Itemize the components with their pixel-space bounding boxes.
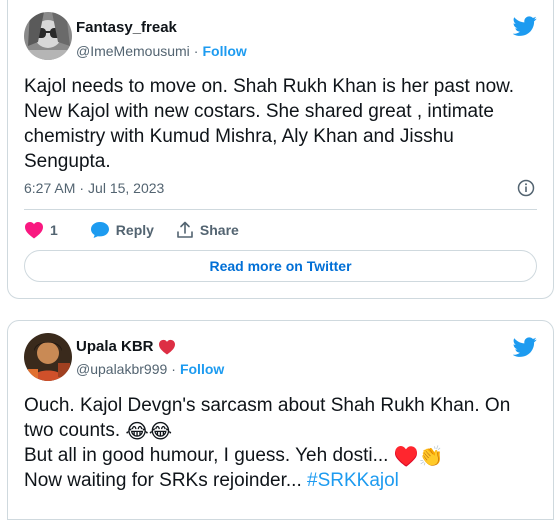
divider xyxy=(24,209,537,210)
like-button[interactable]: 1 xyxy=(24,220,58,240)
reply-label: Reply xyxy=(115,222,154,238)
read-more-button[interactable]: Read more on Twitter xyxy=(24,250,537,282)
action-bar: 1 Reply Share xyxy=(24,220,261,240)
reply-button[interactable]: Reply xyxy=(90,220,154,240)
red-heart-icon xyxy=(158,339,175,355)
author-handle[interactable]: @upalakbr999 xyxy=(76,361,167,377)
tweet-text-line: chemistry with Kumud Mishra, Aly Khan an… xyxy=(24,126,454,147)
tweet-text-line: But all in good humour, I guess. Yeh dos… xyxy=(24,443,537,468)
tweet-text-segment: two counts. xyxy=(24,420,121,441)
follow-button[interactable]: Follow xyxy=(180,361,224,377)
author-name-row: Fantasy_freak xyxy=(76,19,177,36)
hashtag-link[interactable]: #SRKKajol xyxy=(307,470,399,491)
follow-button[interactable]: Follow xyxy=(202,43,246,59)
tweet-text-line: Ouch. Kajol Devgn's sarcasm about Shah R… xyxy=(24,395,511,416)
separator: · xyxy=(79,180,85,196)
tweet-text-line: New Kajol with new costars. She shared g… xyxy=(24,101,494,122)
author-handle-row: @ImeMemousumi · Follow xyxy=(76,43,247,59)
tweet-text-line: two counts. 😂😂 xyxy=(24,418,537,443)
twitter-bird-icon[interactable] xyxy=(513,14,537,38)
share-label: Share xyxy=(199,222,239,238)
twitter-bird-icon[interactable] xyxy=(513,335,537,359)
tweet-text-line: Kajol needs to move on. Shah Rukh Khan i… xyxy=(24,76,515,97)
tweet-text: Ouch. Kajol Devgn's sarcasm about Shah R… xyxy=(24,393,537,493)
tweet-text-line: Sengupta. xyxy=(24,151,111,172)
separator: · xyxy=(171,361,176,377)
laughing-emoji-icon: 😂😂 xyxy=(125,421,173,443)
share-icon xyxy=(177,221,193,238)
tweet-text-segment: Now waiting for SRKs rejoinder... xyxy=(24,470,302,491)
tweet-text-segment: But all in good humour, I guess. Yeh dos… xyxy=(24,445,389,466)
author-name[interactable]: Fantasy_freak xyxy=(76,19,177,36)
tweet-card: Upala KBR @upalakbr999 · Follow Ouch. Ka… xyxy=(7,320,554,520)
avatar[interactable] xyxy=(24,12,72,60)
tweet-time: 6:27 AM xyxy=(24,180,76,196)
heart-clap-emoji-icon: ♥️👏 xyxy=(393,446,444,468)
author-handle[interactable]: @ImeMemousumi xyxy=(76,43,190,59)
separator: · xyxy=(193,43,199,59)
share-button[interactable]: Share xyxy=(176,220,239,240)
tweet-card: Fantasy_freak @ImeMemousumi · Follow Kaj… xyxy=(7,0,554,299)
timestamp[interactable]: 6:27 AM · Jul 15, 2023 xyxy=(24,180,164,196)
tweet-date: Jul 15, 2023 xyxy=(88,180,165,196)
reply-bubble-icon xyxy=(90,222,109,238)
heart-icon xyxy=(25,222,43,239)
info-icon[interactable] xyxy=(517,179,535,197)
tweet-text-line: Now waiting for SRKs rejoinder... #SRKKa… xyxy=(24,468,537,493)
avatar[interactable] xyxy=(24,333,72,381)
author-name-row: Upala KBR xyxy=(76,338,176,355)
author-name[interactable]: Upala KBR xyxy=(76,338,154,355)
tweet-text: Kajol needs to move on. Shah Rukh Khan i… xyxy=(24,74,537,174)
like-count: 1 xyxy=(50,222,58,238)
author-handle-row: @upalakbr999 · Follow xyxy=(76,361,224,377)
